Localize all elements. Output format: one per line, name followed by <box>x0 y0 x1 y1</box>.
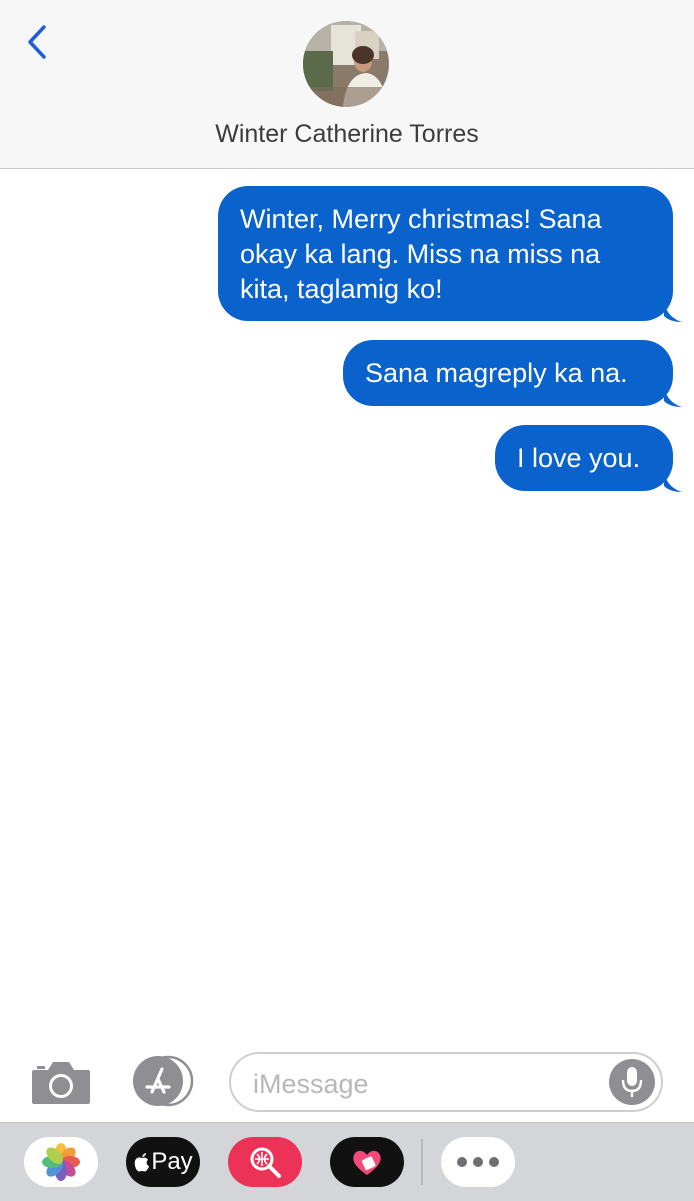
chevron-left-icon <box>28 25 46 59</box>
message-bubble[interactable]: Winter, Merry christmas! Sana okay ka la… <box>218 186 682 322</box>
app-store-icon <box>133 1055 194 1107</box>
apple-pay-button[interactable]: Pay <box>126 1137 200 1187</box>
image-search-icon <box>250 1147 281 1178</box>
photos-icon <box>42 1143 80 1181</box>
app-store-button[interactable] <box>128 1054 198 1108</box>
contact-name[interactable]: Winter Catherine Torres <box>0 120 694 149</box>
message-input[interactable]: iMessage <box>229 1052 663 1112</box>
message-line: Sana magreply ka na. <box>365 358 628 388</box>
bubble-tail <box>664 302 682 322</box>
camera-button[interactable] <box>30 1058 92 1106</box>
dictation-button[interactable] <box>609 1059 655 1105</box>
message-line: kita, taglamig ko! <box>240 274 443 304</box>
message-bubble[interactable]: Sana magreply ka na. <box>343 340 682 407</box>
contact-avatar[interactable] <box>303 21 389 107</box>
message-line: I love you. <box>517 443 641 473</box>
digital-touch-icon <box>353 1150 381 1175</box>
digital-touch-app-button[interactable] <box>330 1137 404 1187</box>
photos-app-button[interactable] <box>24 1137 98 1187</box>
apple-logo-icon <box>135 1153 150 1172</box>
message-line: okay ka lang. Miss na miss na <box>240 239 601 269</box>
message-line: Winter, Merry christmas! Sana <box>240 204 602 234</box>
avatar-photo <box>303 21 389 107</box>
drawer-divider <box>421 1139 423 1185</box>
microphone-icon <box>621 1067 643 1097</box>
image-search-app-button[interactable] <box>228 1137 302 1187</box>
apple-pay-label: Pay <box>151 1148 193 1175</box>
back-button[interactable] <box>20 22 54 62</box>
message-bubble[interactable]: I love you. <box>495 425 682 492</box>
more-icon <box>457 1157 499 1167</box>
message-input-placeholder: iMessage <box>253 1069 369 1099</box>
conversation-header: Winter Catherine Torres <box>0 0 694 169</box>
app-drawer: Pay <box>0 1122 694 1201</box>
bubble-tail <box>664 472 682 492</box>
camera-icon <box>32 1062 90 1104</box>
more-apps-button[interactable] <box>441 1137 515 1187</box>
bubble-tail <box>664 387 682 407</box>
